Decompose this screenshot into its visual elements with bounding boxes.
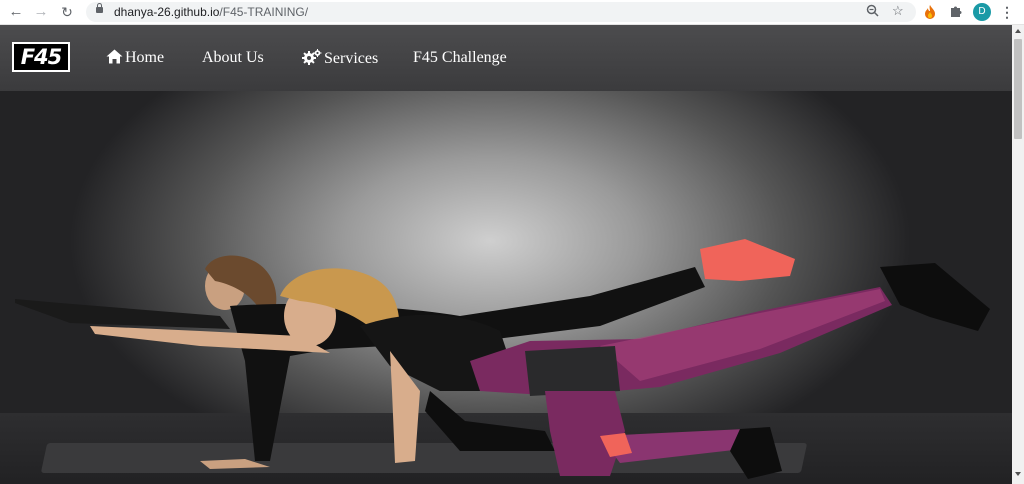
page-scrollbar[interactable] (1012, 25, 1024, 484)
extensions-puzzle-icon[interactable] (948, 4, 964, 20)
nav-services-link[interactable]: Services (302, 49, 378, 70)
address-bar[interactable]: dhanya-26.github.io/F45-TRAINING/ ☆ (86, 2, 916, 22)
nav-about-label: About Us (202, 49, 264, 66)
nav-about-link[interactable]: About Us (202, 49, 264, 67)
scroll-thumb[interactable] (1014, 39, 1022, 139)
nav-challenge-link[interactable]: F45 Challenge (413, 49, 507, 67)
browser-toolbar: ← → ↻ dhanya-26.github.io/F45-TRAINING/ … (0, 0, 1024, 25)
site-navbar: F45 Home About Us Services F45 Challenge (0, 25, 1012, 91)
url-path: /F45-TRAINING/ (219, 5, 309, 19)
reload-icon[interactable]: ↻ (58, 3, 76, 21)
hero-image (0, 91, 1012, 484)
web-page: F45 Home About Us Services F45 Challenge (0, 25, 1012, 484)
f45-logo[interactable]: F45 (12, 42, 70, 72)
scroll-down-arrow-icon[interactable] (1015, 472, 1021, 476)
bookmark-star-icon[interactable]: ☆ (892, 3, 904, 19)
gears-icon (302, 49, 322, 70)
back-arrow-icon[interactable]: ← (7, 3, 25, 21)
scroll-up-arrow-icon[interactable] (1015, 29, 1021, 33)
home-icon (106, 49, 123, 69)
logo-text: F45 (20, 45, 63, 69)
profile-avatar[interactable]: D (973, 3, 991, 21)
browser-menu-icon[interactable]: ⋮ (1000, 3, 1014, 21)
nav-services-label: Services (324, 50, 379, 67)
forward-arrow-icon[interactable]: → (32, 3, 50, 21)
hero-figures (15, 239, 990, 479)
nav-challenge-label: F45 Challenge (413, 49, 507, 66)
nav-home-link[interactable]: Home (106, 49, 164, 69)
lock-icon (96, 3, 103, 13)
fire-extension-icon[interactable] (922, 4, 938, 20)
url-host: dhanya-26.github.io (114, 5, 220, 19)
url-text[interactable]: dhanya-26.github.io/F45-TRAINING/ (114, 5, 308, 19)
nav-home-label: Home (125, 49, 165, 66)
zoom-icon[interactable] (866, 4, 879, 20)
